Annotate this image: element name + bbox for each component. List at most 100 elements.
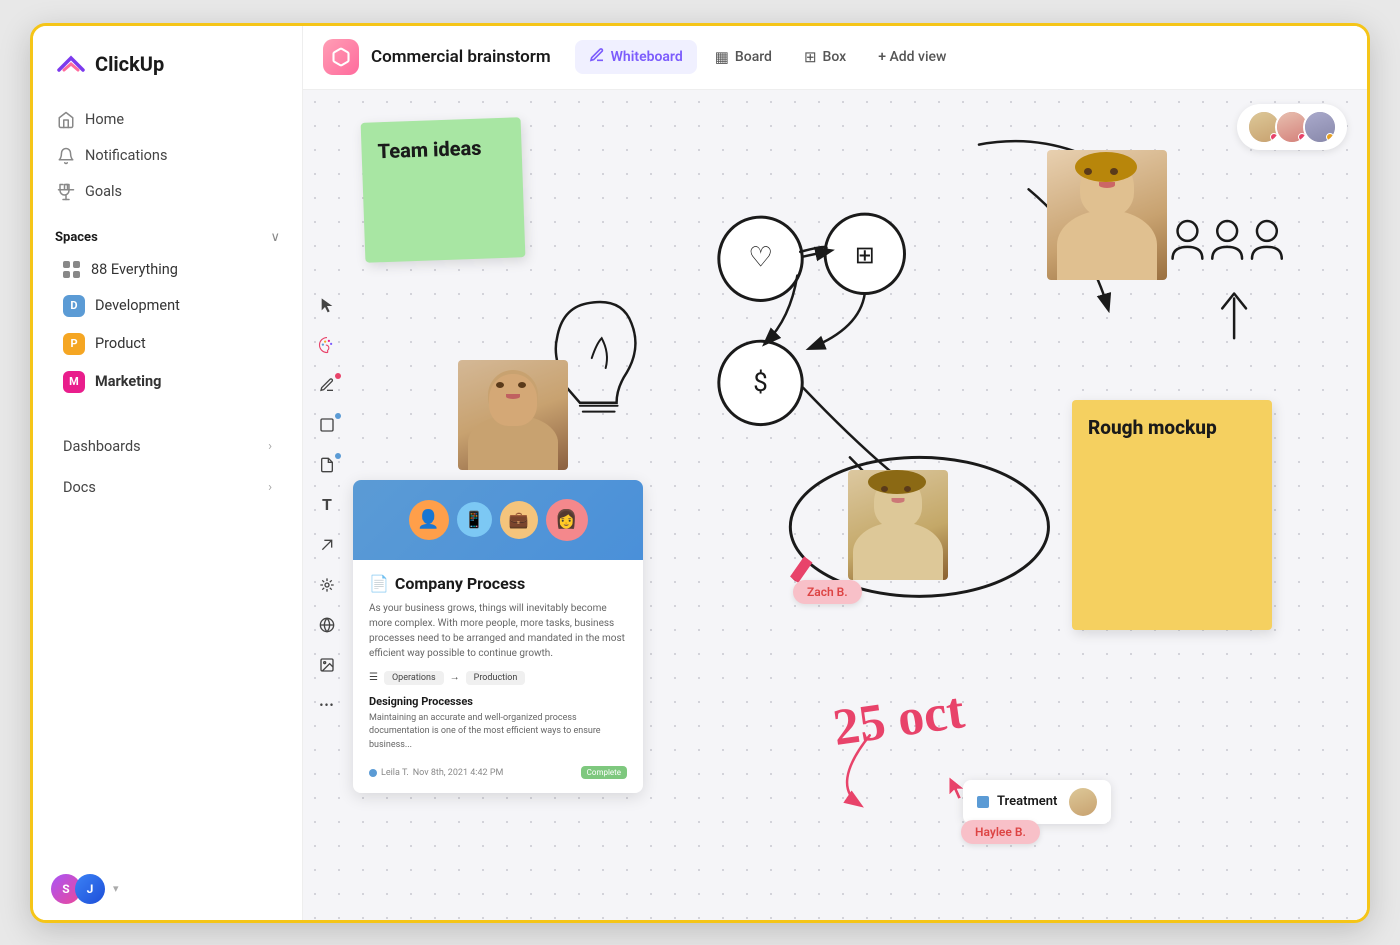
spaces-title: Spaces xyxy=(55,230,98,245)
sidebar-item-home[interactable]: Home xyxy=(45,102,290,138)
user-dot xyxy=(369,769,377,777)
docs-chevron-icon: › xyxy=(268,480,272,495)
note-dot xyxy=(335,453,341,459)
toolbar-palette-btn[interactable] xyxy=(309,327,345,363)
arrow-tool-icon xyxy=(319,537,335,553)
toolbar-more-btn[interactable]: ••• xyxy=(309,687,345,723)
tab-whiteboard[interactable]: Whiteboard xyxy=(575,40,697,74)
product-label: Product xyxy=(95,335,146,352)
complete-badge: Complete xyxy=(581,766,627,779)
date-label: 25 oct xyxy=(830,682,968,757)
whiteboard-tab-icon xyxy=(589,47,605,67)
sidebar-item-docs[interactable]: Docs › xyxy=(41,469,294,506)
more-icon: ••• xyxy=(319,698,334,712)
process-card-footer: Leila T. Nov 8th, 2021 4:42 PM Complete xyxy=(369,758,627,779)
header-icon-1: 👤 xyxy=(409,500,449,540)
avatar-j[interactable]: J xyxy=(75,874,105,904)
image-icon xyxy=(319,657,335,673)
sidebar-item-marketing[interactable]: M Marketing xyxy=(41,363,294,401)
sidebar-item-goals[interactable]: Goals xyxy=(45,174,290,210)
development-badge: D xyxy=(63,295,85,317)
treatment-color-block xyxy=(977,796,989,808)
whiteboard-canvas[interactable]: ♡ $ ⊞ xyxy=(303,90,1367,920)
rect-dot xyxy=(335,413,341,419)
app-name: ClickUp xyxy=(95,52,164,76)
flow-to-badge: Production xyxy=(466,671,526,685)
trophy-icon xyxy=(57,183,75,201)
flow-from-badge: Operations xyxy=(384,671,444,685)
header-icon-3: 💼 xyxy=(500,501,538,539)
wb-avatar-3-dot xyxy=(1326,133,1334,141)
person-photo-woman-center xyxy=(848,470,948,580)
docs-label: Docs xyxy=(63,479,96,496)
document-icon: 📄 xyxy=(369,574,389,593)
person-photo-man xyxy=(458,360,568,470)
sidebar-divider xyxy=(55,413,280,414)
process-section-title: Designing Processes xyxy=(369,695,627,708)
cursor-tool-icon xyxy=(319,297,335,313)
clickup-logo-icon xyxy=(55,48,87,80)
sticky-note-yellow: Rough mockup xyxy=(1072,400,1272,630)
tab-whiteboard-label: Whiteboard xyxy=(611,49,683,65)
process-section-text: Maintaining an accurate and well-organiz… xyxy=(369,712,627,753)
company-process-card: 👤 📱 💼 👩 📄 Company Process As your busine… xyxy=(353,480,643,794)
flow-list-icon: ☰ xyxy=(369,672,378,683)
process-card-flow: ☰ Operations → Production xyxy=(369,671,627,685)
palette-icon xyxy=(318,336,336,354)
header-icon-2: 📱 xyxy=(457,502,492,537)
spaces-chevron-icon[interactable]: ∨ xyxy=(270,230,280,245)
home-icon xyxy=(57,111,75,129)
everything-icon xyxy=(63,261,81,279)
sidebar-item-product[interactable]: P Product xyxy=(41,325,294,363)
svg-text:⊞: ⊞ xyxy=(855,240,875,268)
sidebar-nav: Home Notifications Goals xyxy=(33,98,302,214)
sidebar-footer: S J ▾ xyxy=(33,858,302,920)
sticky-yellow-text: Rough mockup xyxy=(1088,404,1217,439)
haylee-label-bubble: Haylee B. xyxy=(961,820,1040,844)
add-view-button[interactable]: + Add view xyxy=(864,42,960,72)
treatment-label: Treatment xyxy=(997,794,1057,809)
toolbar-text-btn[interactable]: T xyxy=(309,487,345,523)
toolbar-shapes-btn[interactable] xyxy=(309,567,345,603)
sidebar-item-development[interactable]: D Development xyxy=(41,287,294,325)
sidebar-item-notifications[interactable]: Notifications xyxy=(45,138,290,174)
footer-date: Nov 8th, 2021 4:42 PM xyxy=(413,768,504,778)
topbar-tabs: Whiteboard ▦ Board ⊞ Box + Add view xyxy=(575,40,961,74)
board-tab-icon: ▦ xyxy=(715,48,729,66)
toolbar-image-btn[interactable] xyxy=(309,647,345,683)
treatment-avatar xyxy=(1069,788,1097,816)
box-tab-icon: ⊞ xyxy=(804,48,817,66)
sidebar-item-dashboards[interactable]: Dashboards › xyxy=(41,428,294,465)
main-content: Commercial brainstorm Whiteboard ▦ Board xyxy=(303,26,1367,920)
header-icon-4: 👩 xyxy=(546,499,588,541)
left-toolbar: T ••• xyxy=(303,279,351,731)
pen-icon xyxy=(319,377,335,393)
footer-dropdown-icon[interactable]: ▾ xyxy=(113,882,119,895)
toolbar-rect-btn[interactable] xyxy=(309,407,345,443)
sidebar-item-everything[interactable]: 88 Everything xyxy=(41,253,294,287)
dashboards-chevron-icon: › xyxy=(268,439,272,454)
home-label: Home xyxy=(85,111,124,128)
zach-label-bubble: Zach B. xyxy=(793,580,862,604)
tab-box[interactable]: ⊞ Box xyxy=(790,41,860,73)
process-card-header: 👤 📱 💼 👩 xyxy=(353,480,643,560)
tab-board[interactable]: ▦ Board xyxy=(701,41,786,73)
topbar: Commercial brainstorm Whiteboard ▦ Board xyxy=(303,26,1367,90)
sidebar: ClickUp Home Notifications xyxy=(33,26,303,920)
person-photo-woman-top xyxy=(1047,150,1167,280)
marketing-label: Marketing xyxy=(95,373,161,390)
goals-label: Goals xyxy=(85,183,122,200)
svg-text:$: $ xyxy=(753,367,768,397)
topbar-title: Commercial brainstorm xyxy=(371,47,551,67)
toolbar-cursor-btn[interactable] xyxy=(309,287,345,323)
date-text: 25 oct xyxy=(830,681,968,758)
globe-icon xyxy=(319,617,335,633)
toolbar-globe-btn[interactable] xyxy=(309,607,345,643)
toolbar-pen-btn[interactable] xyxy=(309,367,345,403)
toolbar-arrow-btn[interactable] xyxy=(309,527,345,563)
footer-user-info: Leila T. Nov 8th, 2021 4:42 PM xyxy=(369,768,503,778)
toolbar-note-btn[interactable] xyxy=(309,447,345,483)
text-icon: T xyxy=(322,495,332,514)
rect-icon xyxy=(319,417,335,433)
haylee-label-text: Haylee B. xyxy=(975,825,1026,839)
